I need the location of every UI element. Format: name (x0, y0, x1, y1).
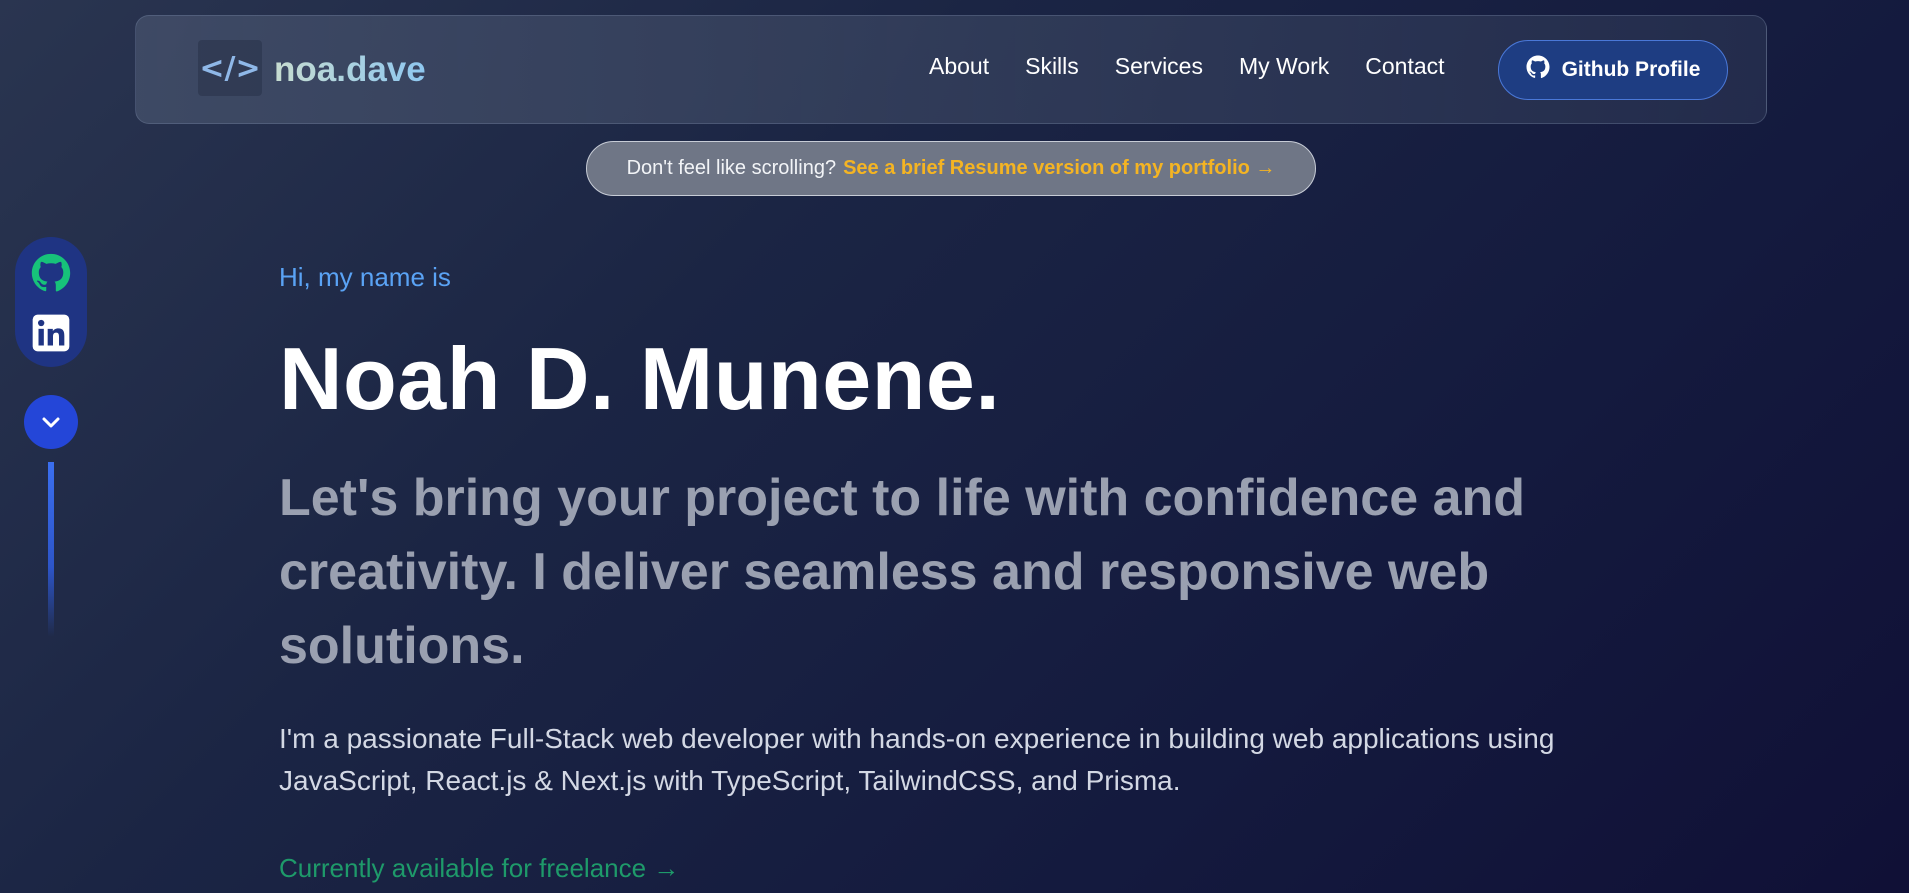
hero-tagline: Let's bring your project to life with co… (279, 469, 1526, 675)
resume-banner: Don't feel like scrolling? See a brief R… (586, 141, 1316, 196)
resume-link[interactable]: See a brief Resume version of my portfol… (843, 157, 1275, 180)
nav-links: About Skills Services My Work Contact (929, 53, 1445, 80)
linkedin-icon[interactable] (31, 313, 71, 353)
logo-text: noa.dave (274, 50, 426, 89)
github-icon[interactable] (31, 253, 71, 293)
social-sidebar (15, 237, 87, 367)
nav-link-services[interactable]: Services (1115, 53, 1203, 80)
logo[interactable]: </> noa.dave (198, 40, 426, 96)
freelance-link[interactable]: Currently available for freelance → (279, 853, 679, 884)
hero-name: Noah D. Munene. (279, 329, 1001, 428)
scroll-progress-line (48, 462, 54, 637)
nav-link-about[interactable]: About (929, 53, 989, 80)
resume-banner-prefix: Don't feel like scrolling? (626, 157, 837, 179)
chevron-down-icon (39, 410, 63, 434)
nav-link-contact[interactable]: Contact (1365, 53, 1444, 80)
github-profile-button[interactable]: Github Profile (1498, 40, 1728, 100)
top-navbar: </> noa.dave About Skills Services My Wo… (135, 15, 1767, 124)
github-button-label: Github Profile (1561, 58, 1701, 81)
nav-link-skills[interactable]: Skills (1025, 53, 1079, 80)
hero-greeting: Hi, my name is (279, 262, 451, 292)
github-icon (1526, 55, 1550, 85)
hero-description: I'm a passionate Full-Stack web develope… (279, 723, 1555, 796)
nav-link-my-work[interactable]: My Work (1239, 53, 1329, 80)
code-icon: </> (198, 40, 262, 96)
scroll-down-button[interactable] (24, 395, 78, 449)
